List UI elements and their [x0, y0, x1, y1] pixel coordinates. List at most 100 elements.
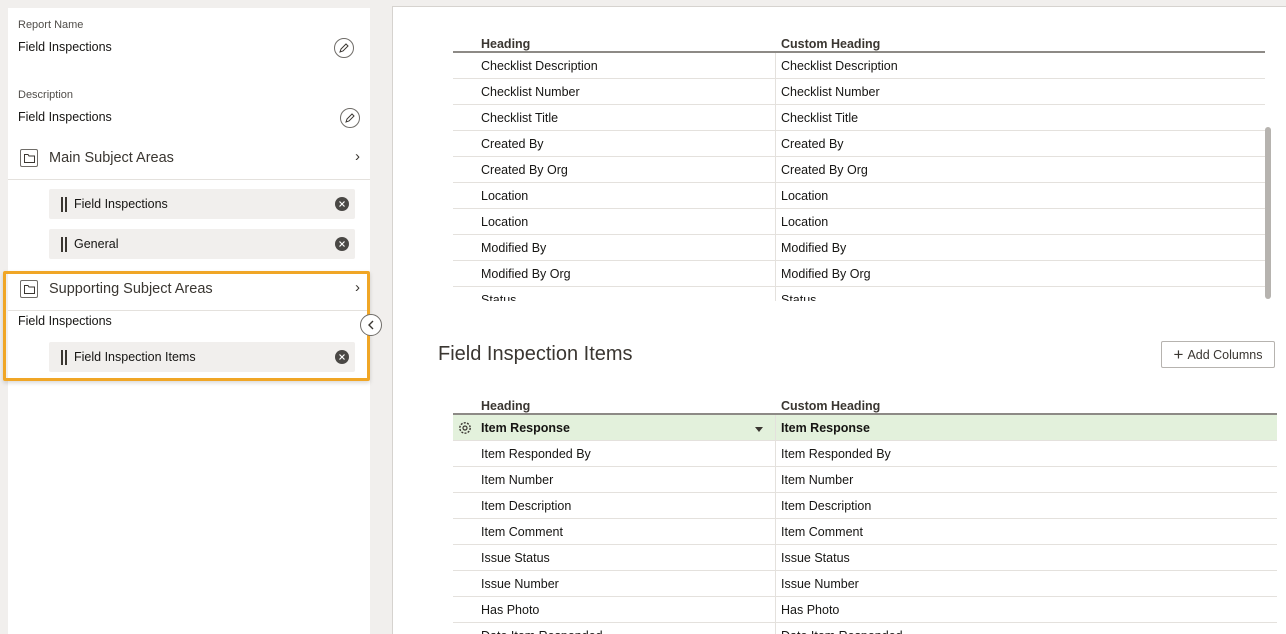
custom-heading-cell[interactable]: Issue Number — [781, 577, 859, 591]
custom-heading-cell[interactable]: Item Description — [781, 499, 871, 513]
table-row[interactable]: Item Responded By Item Responded By — [453, 441, 1277, 467]
table-row[interactable]: Item Description Item Description — [453, 493, 1277, 519]
subject-area-chip[interactable]: Field Inspections — [49, 189, 355, 219]
custom-heading-cell[interactable]: Item Number — [781, 473, 853, 487]
drag-handle-icon[interactable] — [61, 350, 67, 365]
description-label: Description — [18, 89, 74, 101]
custom-heading-cell[interactable]: Location — [781, 189, 828, 203]
column-divider — [775, 441, 776, 467]
heading-cell: Created By — [481, 137, 544, 151]
column-divider — [775, 131, 776, 157]
field-inspection-items-table: Heading Custom Heading Item Response Item… — [453, 393, 1277, 634]
drag-handle-icon[interactable] — [61, 237, 67, 252]
table-row[interactable]: Modified By Modified By — [453, 235, 1265, 261]
table-row[interactable]: Issue Status Issue Status — [453, 545, 1277, 571]
table-row[interactable]: Item Response Item Response — [453, 415, 1277, 441]
table-row[interactable]: Date Item Responded Date Item Responded — [453, 623, 1277, 634]
custom-heading-cell[interactable]: Checklist Description — [781, 59, 898, 73]
heading-cell: Status — [481, 293, 517, 301]
table-row[interactable]: Item Number Item Number — [453, 467, 1277, 493]
supporting-subject-areas-header[interactable]: Supporting Subject Areas › — [8, 274, 370, 304]
subject-area-label: General — [74, 237, 119, 251]
custom-heading-column-header: Custom Heading — [781, 399, 881, 413]
custom-heading-cell[interactable]: Item Comment — [781, 525, 863, 539]
table-row[interactable]: Status Status — [453, 287, 1265, 301]
custom-heading-cell[interactable]: Item Responded By — [781, 447, 891, 461]
column-divider — [775, 493, 776, 519]
column-divider — [775, 105, 776, 131]
collapse-panel-button[interactable] — [360, 314, 382, 336]
heading-cell: Location — [481, 215, 529, 229]
table-header: Heading Custom Heading — [453, 393, 1277, 415]
column-divider — [775, 467, 776, 493]
heading-cell: Has Photo — [481, 603, 540, 617]
table-row[interactable]: Modified By Org Modified By Org — [453, 261, 1265, 287]
table-row[interactable]: Has Photo Has Photo — [453, 597, 1277, 623]
custom-heading-cell[interactable]: Issue Status — [781, 551, 850, 565]
drag-handle-icon[interactable] — [61, 197, 67, 212]
custom-heading-cell[interactable]: Created By Org — [781, 163, 868, 177]
custom-heading-cell[interactable]: Modified By — [781, 241, 846, 255]
column-divider — [775, 571, 776, 597]
column-divider — [775, 415, 776, 441]
remove-icon[interactable] — [335, 197, 349, 211]
heading-cell: Date Item Responded — [481, 629, 603, 634]
supporting-group-label: Field Inspections — [18, 314, 112, 328]
remove-icon[interactable] — [335, 237, 349, 251]
custom-heading-cell[interactable]: Status — [781, 293, 816, 301]
heading-cell: Location — [481, 189, 529, 203]
report-name-label: Report Name — [18, 19, 84, 31]
table-row[interactable]: Created By Created By — [453, 131, 1265, 157]
report-name-value: Field Inspections — [18, 40, 112, 54]
table-row[interactable]: Item Comment Item Comment — [453, 519, 1277, 545]
table-header: Heading Custom Heading — [453, 31, 1265, 53]
custom-heading-cell[interactable]: Item Response — [781, 421, 870, 435]
pencil-icon — [339, 43, 349, 53]
vertical-scrollbar[interactable] — [1265, 127, 1271, 299]
report-columns-table: Heading Custom Heading Checklist Descrip… — [453, 31, 1265, 301]
custom-heading-column-header: Custom Heading — [781, 37, 881, 51]
description-value: Field Inspections — [18, 110, 112, 124]
columns-panel: Heading Custom Heading Checklist Descrip… — [392, 6, 1286, 634]
main-subject-areas-header[interactable]: Main Subject Areas › — [8, 143, 370, 173]
heading-cell: Checklist Description — [481, 59, 598, 73]
subject-area-chip[interactable]: General — [49, 229, 355, 259]
add-columns-button[interactable]: + Add Columns — [1161, 341, 1275, 368]
pencil-icon — [345, 113, 355, 123]
heading-cell: Modified By — [481, 241, 547, 255]
gear-icon[interactable] — [458, 421, 472, 435]
edit-report-name-button[interactable] — [334, 38, 354, 58]
plus-icon: + — [1173, 345, 1184, 364]
supporting-subject-areas-title: Supporting Subject Areas — [49, 281, 213, 297]
table-row[interactable]: Checklist Description Checklist Descripti… — [453, 53, 1265, 79]
folder-icon — [20, 149, 38, 167]
table-row[interactable]: Location Location — [453, 209, 1265, 235]
custom-heading-cell[interactable]: Date Item Responded — [781, 629, 903, 634]
heading-cell: Issue Number — [481, 577, 559, 591]
heading-cell: Item Number — [481, 473, 554, 487]
custom-heading-cell[interactable]: Created By — [781, 137, 844, 151]
table-row[interactable]: Location Location — [453, 183, 1265, 209]
heading-cell: Checklist Title — [481, 111, 559, 125]
table-row[interactable]: Checklist Title Checklist Title — [453, 105, 1265, 131]
column-divider — [775, 623, 776, 634]
custom-heading-cell[interactable]: Location — [781, 215, 828, 229]
column-divider — [775, 597, 776, 623]
custom-heading-cell[interactable]: Has Photo — [781, 603, 839, 617]
table-row[interactable]: Issue Number Issue Number — [453, 571, 1277, 597]
dropdown-caret-icon[interactable] — [755, 427, 763, 432]
custom-heading-cell[interactable]: Checklist Title — [781, 111, 858, 125]
heading-cell: Created By Org — [481, 163, 568, 177]
chevron-right-icon[interactable]: › — [355, 279, 360, 296]
table-row[interactable]: Checklist Number Checklist Number — [453, 79, 1265, 105]
column-divider — [775, 157, 776, 183]
custom-heading-cell[interactable]: Checklist Number — [781, 85, 880, 99]
chevron-right-icon[interactable]: › — [355, 148, 360, 165]
table-row[interactable]: Created By Org Created By Org — [453, 157, 1265, 183]
custom-heading-cell[interactable]: Modified By Org — [781, 267, 871, 281]
remove-icon[interactable] — [335, 350, 349, 364]
subject-area-chip[interactable]: Field Inspection Items — [49, 342, 355, 372]
divider — [8, 310, 370, 311]
edit-description-button[interactable] — [340, 108, 360, 128]
column-divider — [775, 287, 776, 301]
